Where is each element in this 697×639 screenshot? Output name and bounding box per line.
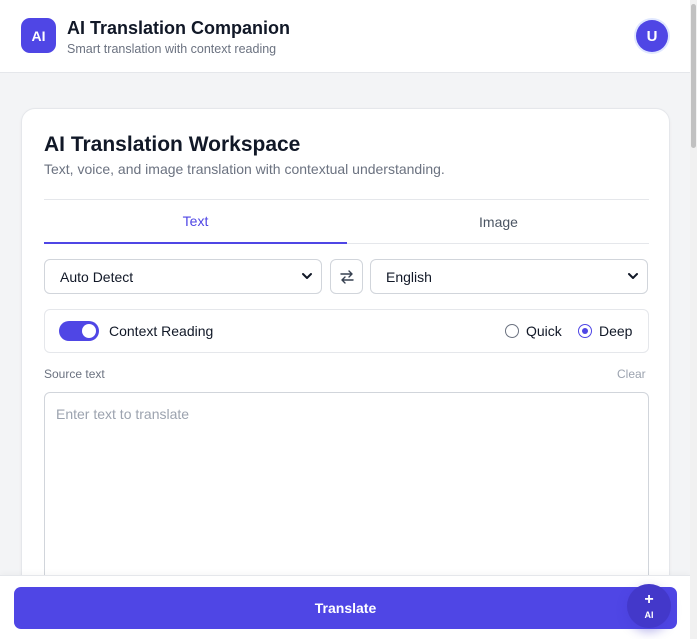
target-language-value: English	[386, 268, 432, 285]
radio-deep-label[interactable]: Deep	[599, 323, 632, 339]
toggle-knob	[82, 324, 96, 338]
action-footer: Translate	[0, 575, 690, 639]
source-language-select[interactable]: Auto Detect	[44, 259, 322, 294]
workspace-card: AI Translation Workspace Text, voice, an…	[21, 108, 670, 639]
app-logo: AI	[21, 18, 56, 53]
context-reading-toggle[interactable]	[59, 321, 99, 341]
swap-languages-button[interactable]	[330, 259, 363, 294]
radio-quick[interactable]	[505, 324, 519, 338]
context-reading-label: Context Reading	[109, 323, 214, 339]
mode-tabs: Text Image	[44, 199, 649, 244]
app-title: AI Translation Companion	[67, 18, 291, 38]
workspace-subtitle: Text, voice, and image translation with …	[44, 161, 445, 177]
clear-button[interactable]: Clear	[617, 367, 646, 381]
workspace-title: AI Translation Workspace	[44, 133, 301, 156]
swap-arrows-icon	[339, 269, 354, 284]
target-language-select[interactable]: English	[370, 259, 648, 294]
radio-quick-label[interactable]: Quick	[526, 323, 562, 339]
app-header: AI AI Translation Companion Smart transl…	[0, 0, 690, 73]
chevron-down-icon	[628, 273, 638, 279]
tab-image[interactable]: Image	[347, 200, 650, 244]
ai-assistant-label: AI	[644, 609, 654, 620]
scrollbar-thumb[interactable]	[691, 4, 696, 148]
plus-icon: +	[644, 590, 654, 608]
source-text-label: Source text	[44, 367, 105, 381]
chevron-down-icon	[302, 273, 312, 279]
context-reading-panel: Context Reading Quick Deep	[44, 309, 649, 353]
source-language-value: Auto Detect	[60, 268, 134, 285]
ai-assistant-button[interactable]: + AI	[627, 584, 671, 628]
app-root: AI AI Translation Companion Smart transl…	[0, 0, 697, 639]
translate-button[interactable]: Translate	[14, 587, 677, 629]
radio-deep[interactable]	[578, 324, 592, 338]
user-avatar[interactable]: U	[636, 20, 668, 52]
tab-text[interactable]: Text	[44, 200, 347, 244]
app-subtitle: Smart translation with context reading	[67, 42, 277, 56]
